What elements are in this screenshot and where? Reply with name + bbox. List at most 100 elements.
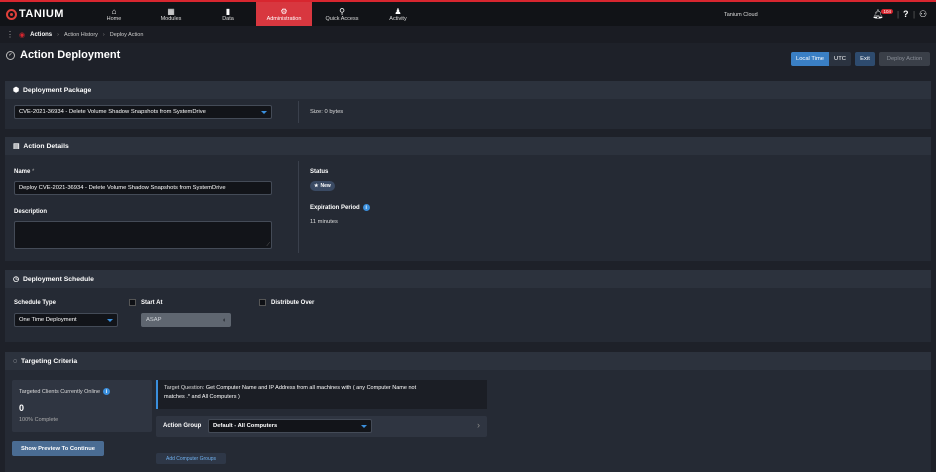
deploy-action-button[interactable]: Deploy Action xyxy=(879,52,930,66)
info-icon[interactable]: i xyxy=(362,204,370,211)
start-at-input: ASAP ◐ xyxy=(141,313,231,327)
action-group-select[interactable]: Default - All Computers xyxy=(208,419,372,433)
status-badge: ★ New xyxy=(310,181,335,191)
schedule-type-value: One Time Deployment xyxy=(19,317,77,323)
nav-activity-label: Activity xyxy=(389,15,407,22)
breadcrumb-action-history[interactable]: Action History xyxy=(64,32,98,38)
check-circle-icon: ✓ xyxy=(6,50,15,60)
actions-icon: ◉ xyxy=(19,31,26,39)
separator-1: | xyxy=(897,9,900,19)
targeting-criteria-panel: ◌ Targeting Criteria Targeted Clients Cu… xyxy=(5,352,931,472)
online-clients-card: Targeted Clients Currently Online i 0 10… xyxy=(12,380,152,432)
target-icon: ◌ xyxy=(13,357,18,365)
breadcrumb: ⋮ ◉ Actions › Action History › Deploy Ac… xyxy=(0,26,936,43)
calendar-icon: ◐ xyxy=(222,316,227,324)
help-icon[interactable]: ? xyxy=(903,8,909,20)
logo-text: TANIUM xyxy=(19,8,64,20)
nav-modules-label: Modules xyxy=(160,15,182,22)
online-clients-label: Targeted Clients Currently Online i xyxy=(19,388,111,395)
tanium-logo[interactable]: TANIUM xyxy=(6,8,64,20)
expiration-label: Expiration Period i xyxy=(310,204,370,211)
schedule-type-label: Schedule Type xyxy=(14,300,56,306)
status-label: Status xyxy=(310,169,329,175)
separator-2: | xyxy=(913,9,916,19)
grid-icon: ▦ xyxy=(167,6,175,16)
page-title: ✓ Action Deployment xyxy=(6,49,120,61)
description-textarea[interactable]: ⟋ xyxy=(14,221,272,249)
action-details-panel: ▤ Action Details Name * Deploy CVE-2021-… xyxy=(5,137,931,261)
show-preview-button[interactable]: Show Preview To Continue xyxy=(12,441,104,456)
user-icon[interactable]: ⚇ xyxy=(919,8,927,20)
targeting-criteria-title: Targeting Criteria xyxy=(21,357,78,365)
name-input[interactable]: Deploy CVE-2021-36934 - Delete Volume Sh… xyxy=(14,181,272,195)
deployment-package-title: Deployment Package xyxy=(22,86,92,94)
notification-count-badge: 104 xyxy=(881,8,893,14)
vertical-dots-menu-icon[interactable]: ⋮ xyxy=(6,30,14,39)
nav-data[interactable]: ▮ Data xyxy=(212,2,244,26)
target-question-line2: matches .* and All Computers ) xyxy=(164,394,240,400)
local-time-toggle[interactable]: Local Time xyxy=(791,52,829,66)
deployment-schedule-title: Deployment Schedule xyxy=(22,275,94,283)
nav-home-label: Home xyxy=(106,15,122,22)
deployment-schedule-header: ◷ Deployment Schedule xyxy=(5,270,931,288)
action-details-header: ▤ Action Details xyxy=(5,137,931,155)
action-details-title: Action Details xyxy=(23,142,69,150)
nav-quick-access[interactable]: ⚲ Quick Access xyxy=(318,2,366,26)
name-label-text: Name xyxy=(14,169,31,175)
required-mark: * xyxy=(32,169,35,175)
deployment-schedule-panel: ◷ Deployment Schedule Schedule Type One … xyxy=(5,270,931,342)
nav-quick-access-label: Quick Access xyxy=(325,15,359,22)
package-select-value: CVE-2021-36934 - Delete Volume Shadow Sn… xyxy=(19,109,206,115)
distribute-over-checkbox[interactable] xyxy=(259,299,266,306)
exit-button[interactable]: Exit xyxy=(855,52,875,66)
description-label: Description xyxy=(14,209,48,215)
chevron-down-icon xyxy=(361,424,367,428)
target-question-box: Target Question: Get Computer Name and I… xyxy=(156,380,487,409)
chevron-down-icon xyxy=(261,110,267,114)
action-group-row: Action Group Default - All Computers › xyxy=(156,416,487,437)
nav-data-label: Data xyxy=(222,15,234,22)
nav-home[interactable]: ⌂ Home xyxy=(98,2,130,26)
targeting-criteria-header: ◌ Targeting Criteria xyxy=(5,352,931,370)
breadcrumb-actions[interactable]: Actions xyxy=(30,32,52,38)
document-icon: ▤ xyxy=(13,143,20,150)
divider xyxy=(298,101,299,123)
start-at-label: Start At xyxy=(141,300,163,306)
chevron-right-icon[interactable]: › xyxy=(477,420,480,430)
nav-administration-label: Administration xyxy=(266,15,302,22)
nav-administration[interactable]: ⚙ Administration xyxy=(256,2,312,26)
name-label: Name * xyxy=(14,169,34,175)
page-title-text: Action Deployment xyxy=(20,49,121,61)
clock-icon: ◷ xyxy=(13,276,19,283)
start-at-value: ASAP xyxy=(146,317,162,323)
schedule-type-select[interactable]: One Time Deployment xyxy=(14,313,118,327)
breadcrumb-deploy-action: Deploy Action xyxy=(109,31,144,38)
resize-handle-icon[interactable]: ⟋ xyxy=(266,242,270,248)
home-icon: ⌂ xyxy=(111,6,117,16)
notifications-button[interactable]: 🔔︎ 104 xyxy=(872,8,893,20)
bell-icon: ♟ xyxy=(394,6,402,16)
info-icon[interactable]: i xyxy=(103,388,111,395)
utc-toggle[interactable]: UTC xyxy=(829,52,851,66)
nav-modules[interactable]: ▦ Modules xyxy=(152,2,190,26)
target-question-prefix: Target Question: xyxy=(164,385,205,391)
action-group-label: Action Group xyxy=(163,423,202,429)
link-icon: ⚲ xyxy=(339,6,345,16)
tanium-logo-icon xyxy=(6,8,17,20)
distribute-over-label: Distribute Over xyxy=(271,300,315,306)
package-icon: ⬢ xyxy=(13,87,19,94)
deployment-package-header: ⬢ Deployment Package xyxy=(5,81,931,99)
online-clients-count: 0 xyxy=(19,403,25,413)
start-at-checkbox[interactable] xyxy=(129,299,136,306)
tenant-name[interactable]: Tanium Cloud xyxy=(724,12,758,18)
completion-percent: 100% Complete xyxy=(19,417,59,423)
target-question-line1: Get Computer Name and IP Address from al… xyxy=(205,385,417,391)
package-select[interactable]: CVE-2021-36934 - Delete Volume Shadow Sn… xyxy=(14,105,272,119)
gears-icon: ⚙ xyxy=(280,6,288,16)
divider xyxy=(298,161,299,253)
chevron-right-icon: › xyxy=(57,31,59,38)
add-computer-groups-button[interactable]: Add Computer Groups xyxy=(156,453,226,464)
chevron-right-icon: › xyxy=(102,31,105,38)
bar-chart-icon: ▮ xyxy=(225,6,231,16)
nav-activity[interactable]: ♟ Activity xyxy=(382,2,414,26)
